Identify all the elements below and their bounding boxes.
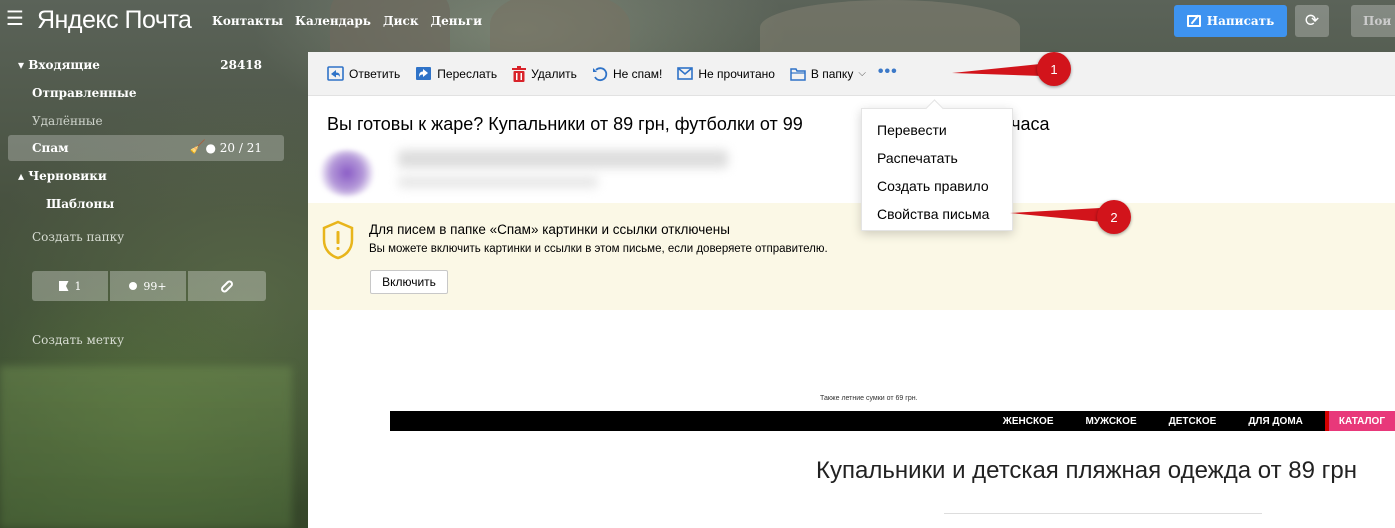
folder-drafts[interactable]: ▴ Черновики [8, 163, 284, 189]
divider [944, 513, 1262, 514]
flag-icon [58, 281, 69, 291]
unread-count: 28418 [220, 58, 262, 72]
not-spam-button[interactable]: Не спам! [592, 66, 662, 82]
folder-spam[interactable]: Спам 🧹 ● 20 / 21 [8, 135, 284, 161]
folder-deleted[interactable]: Удалённые [8, 108, 284, 134]
menu-item-print[interactable]: Распечатать [862, 144, 1012, 172]
email-nav-men: МУЖСКОЕ [1085, 415, 1137, 427]
move-to-folder-button[interactable]: В папку ⌵ [790, 67, 866, 81]
spam-count: ● 20 / 21 [205, 141, 263, 155]
top-nav: Контакты Календарь Диск Деньги [212, 14, 482, 28]
sidebar: ▾ Входящие 28418 Отправленные Удалённые … [0, 44, 292, 528]
filter-flagged[interactable]: 1 [32, 271, 108, 301]
compose-button[interactable]: Написать [1174, 5, 1287, 37]
folder-icon [790, 67, 806, 81]
folder-templates[interactable]: Шаблоны [8, 191, 284, 217]
nav-calendar-link[interactable]: Календарь [295, 14, 371, 28]
paperclip-icon [219, 278, 235, 294]
sender-name-blurred [398, 150, 728, 168]
dot-icon [129, 282, 138, 290]
quick-filters: 1 99+ [32, 271, 266, 301]
trash-icon [512, 65, 527, 82]
forward-icon [416, 67, 432, 80]
chevron-down-icon: ⌵ [858, 68, 866, 79]
message-pane: Ответить Переслать Удалить Не спам! Не п… [308, 52, 1395, 528]
email-nav-women: ЖЕНСКОЕ [1002, 415, 1054, 427]
nav-money-link[interactable]: Деньги [430, 14, 482, 28]
email-shop-nav: ЖЕНСКОЕ МУЖСКОЕ ДЕТСКОЕ ДЛЯ ДОМА КАТАЛОГ [390, 411, 1395, 431]
message-toolbar: Ответить Переслать Удалить Не спам! Не п… [308, 52, 1395, 96]
more-actions-button[interactable]: ••• [878, 63, 898, 81]
menu-item-create-rule[interactable]: Создать правило [862, 172, 1012, 200]
email-headline: Купальники и детская пляжная одежда от 8… [816, 457, 1357, 484]
sender-address-blurred [398, 176, 598, 188]
forward-button[interactable]: Переслать [415, 66, 497, 81]
clear-broom-icon[interactable]: 🧹 [190, 140, 206, 155]
menu-icon[interactable]: ☰ [6, 9, 24, 29]
nav-disk-link[interactable]: Диск [383, 14, 419, 28]
notice-text: Вы можете включить картинки и ссылки в э… [369, 243, 828, 255]
enable-images-button[interactable]: Включить [370, 270, 448, 294]
sender-avatar [318, 150, 376, 196]
email-nav-catalog: КАТАЛОГ [1324, 411, 1395, 431]
yandex-mail-logo[interactable]: Яндекс Почта [37, 6, 192, 35]
filter-unread[interactable]: 99+ [110, 271, 186, 301]
annotation-badge-2: 2 [1097, 200, 1131, 234]
undo-icon [592, 66, 608, 81]
nav-contacts-link[interactable]: Контакты [212, 14, 283, 28]
shield-warning-icon [322, 220, 354, 260]
create-label-link[interactable]: Создать метку [32, 333, 124, 347]
notice-title: Для писем в папке «Спам» картинки и ссыл… [369, 222, 730, 237]
compose-icon [1186, 15, 1201, 27]
refresh-button[interactable]: ⟳ [1295, 5, 1329, 37]
delete-button[interactable]: Удалить [512, 65, 577, 82]
folder-inbox[interactable]: ▾ Входящие 28418 [8, 52, 284, 78]
create-folder-link[interactable]: Создать папку [32, 230, 124, 244]
search-button[interactable]: Пои [1351, 5, 1395, 37]
top-header: ☰ Яндекс Почта Контакты Календарь Диск Д… [0, 0, 1395, 44]
email-nav-home: ДЛЯ ДОМА [1248, 415, 1303, 427]
menu-item-message-properties[interactable]: Свойства письма [862, 200, 1012, 228]
spam-notice: Для писем в папке «Спам» картинки и ссыл… [308, 203, 1395, 310]
blurred-labels [0, 366, 292, 528]
reply-button[interactable]: Ответить [327, 66, 400, 81]
envelope-icon [677, 67, 694, 80]
menu-item-translate[interactable]: Перевести [862, 116, 1012, 144]
mark-unread-button[interactable]: Не прочитано [677, 67, 775, 81]
filter-attachments[interactable] [188, 271, 266, 301]
more-actions-menu: Перевести Распечатать Создать правило Св… [861, 108, 1013, 231]
annotation-badge-1: 1 [1037, 52, 1071, 86]
folder-sent[interactable]: Отправленные [8, 80, 284, 106]
refresh-icon: ⟳ [1304, 11, 1320, 30]
reply-icon [327, 66, 344, 81]
email-nav-kids: ДЕТСКОЕ [1168, 415, 1217, 427]
email-preheader: Также летние сумки от 69 грн. [820, 395, 918, 402]
